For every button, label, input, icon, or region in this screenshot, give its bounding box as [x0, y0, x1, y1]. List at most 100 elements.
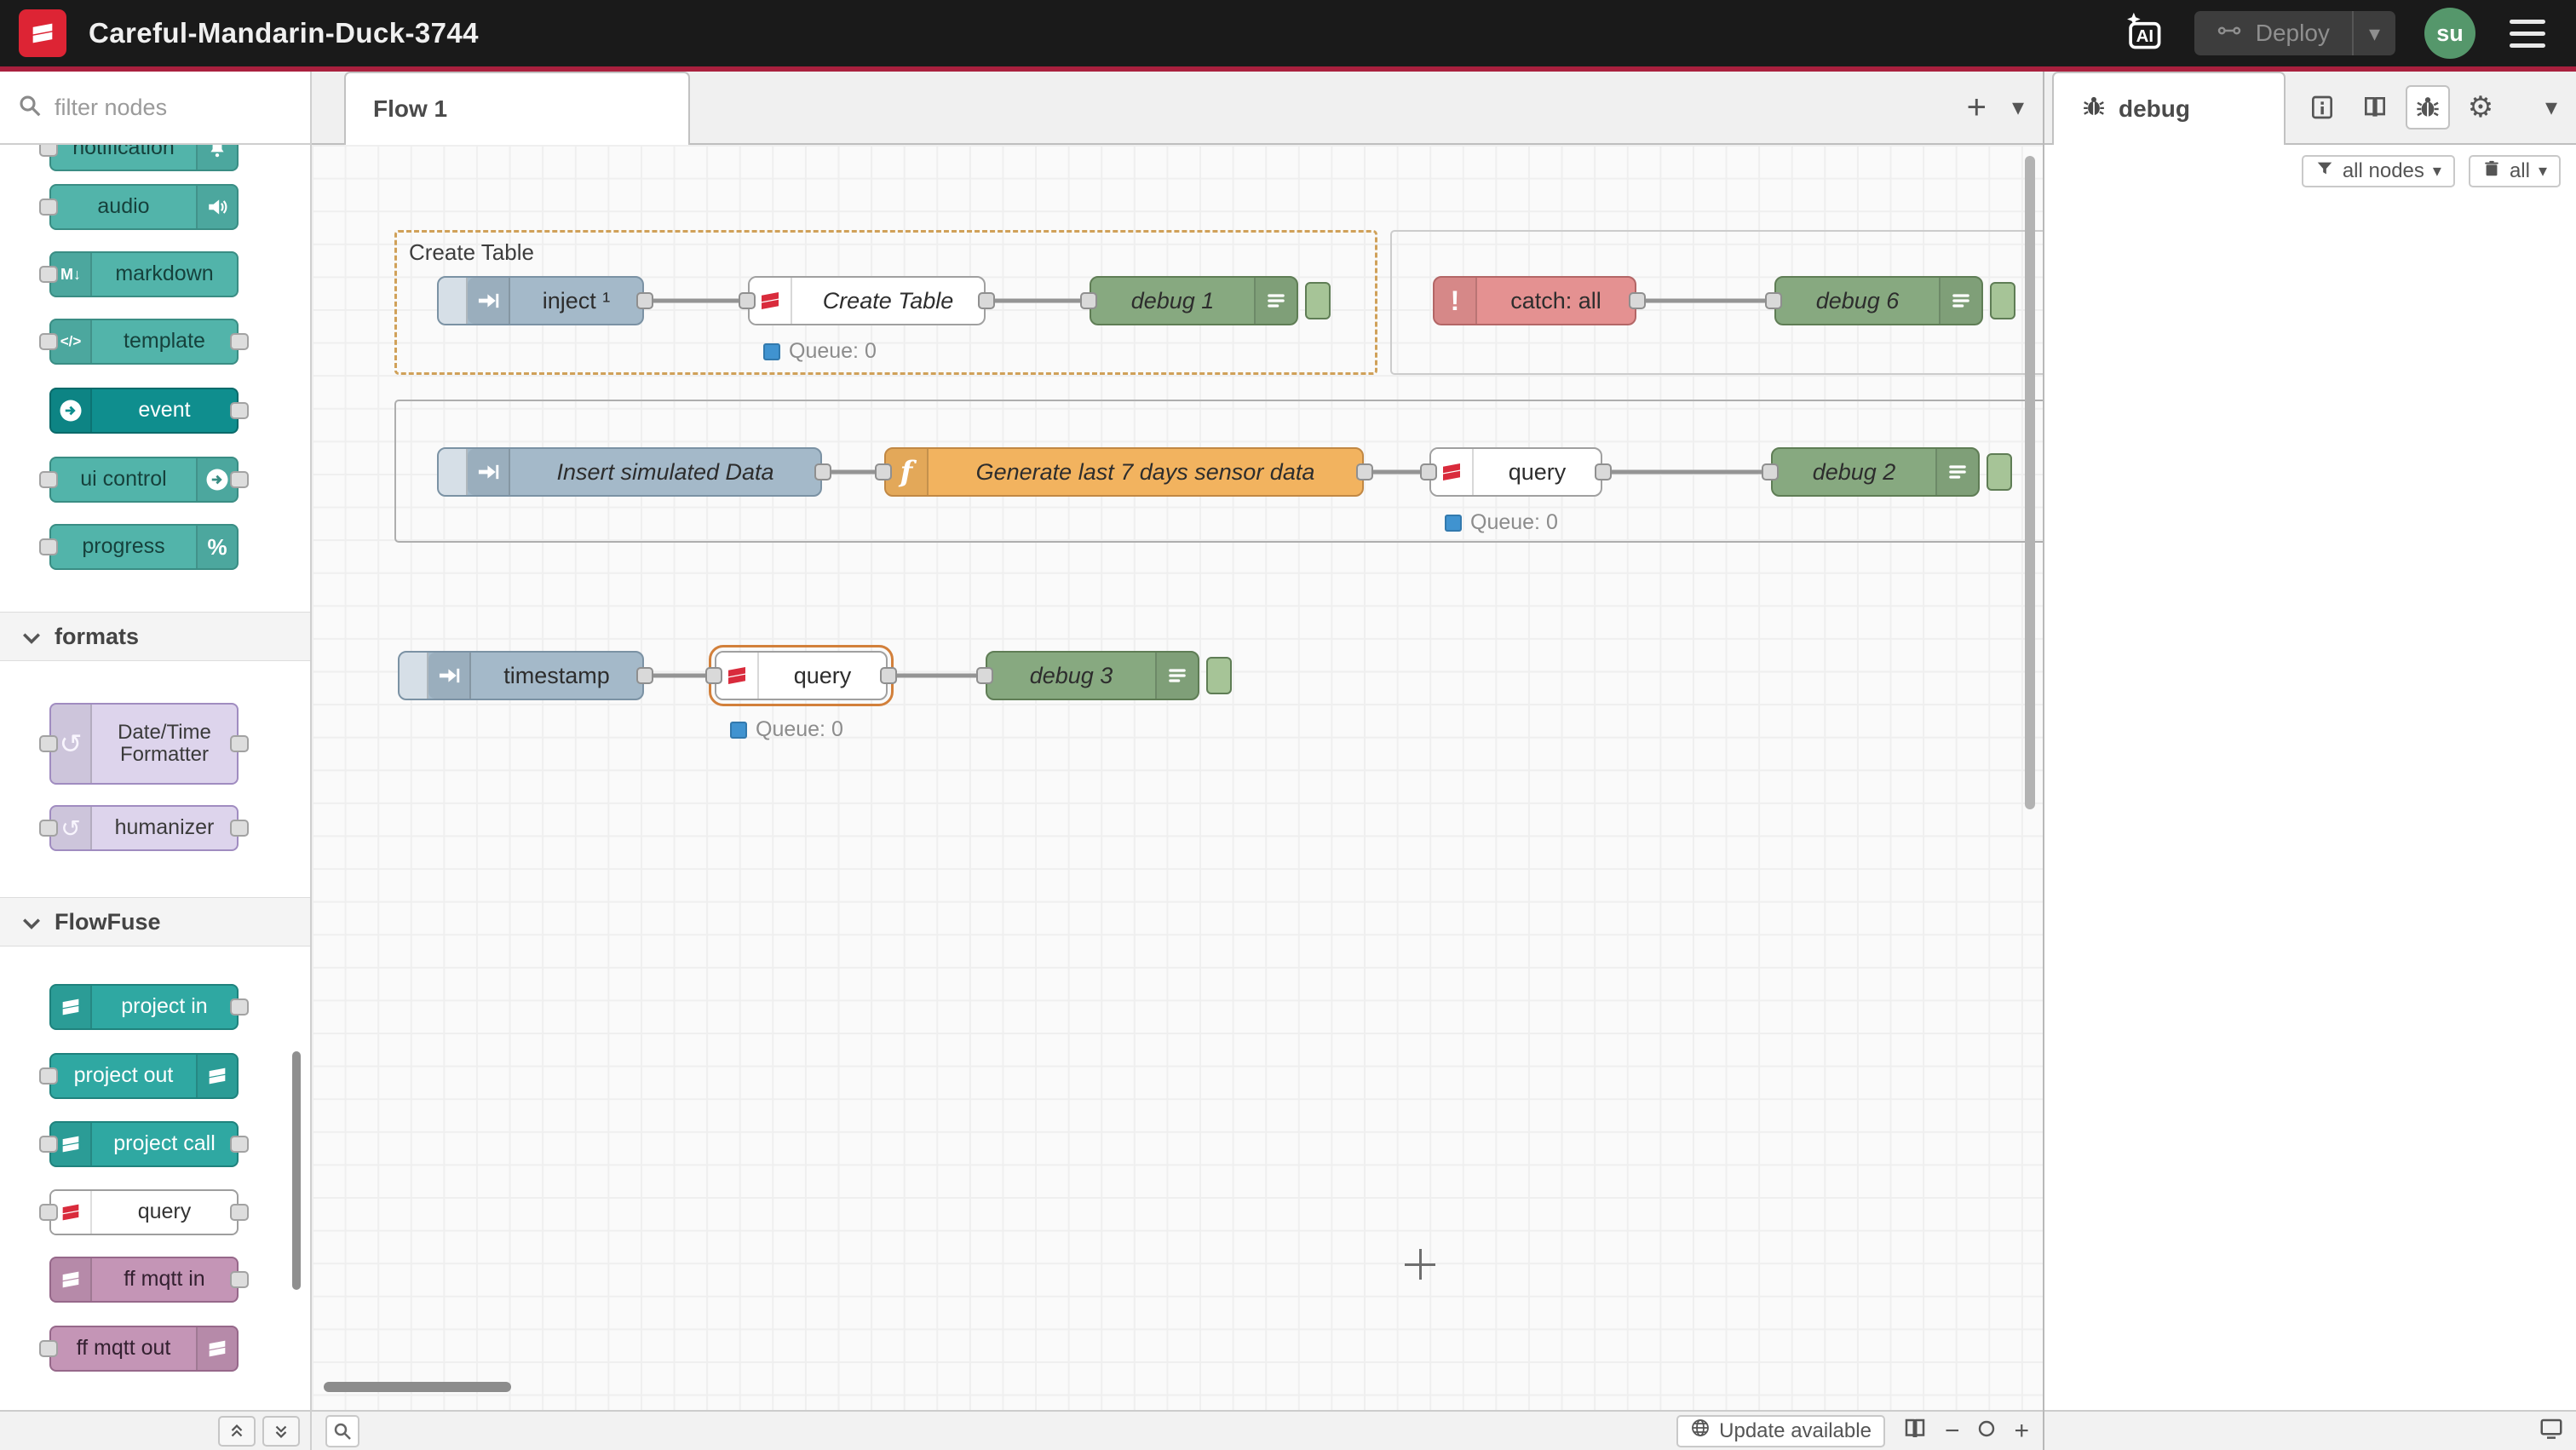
port-input[interactable]: [39, 1204, 58, 1221]
port-input[interactable]: [1762, 463, 1779, 480]
port-input[interactable]: [1420, 463, 1437, 480]
config-tab-button[interactable]: ⚙: [2458, 85, 2503, 129]
sidebar-dropdown[interactable]: ▾: [2545, 95, 2557, 119]
node-create-table[interactable]: Create Table: [748, 276, 986, 325]
deploy-button[interactable]: Deploy ▾: [2194, 11, 2395, 55]
port-output[interactable]: [230, 998, 249, 1016]
port-output[interactable]: [230, 471, 249, 488]
palette-node-project-out[interactable]: project out: [49, 1053, 239, 1099]
node-debug-2[interactable]: debug 2: [1771, 447, 1980, 497]
debug-filter-button[interactable]: all nodes ▾: [2302, 155, 2455, 187]
port-input[interactable]: [39, 333, 58, 350]
palette-node-ui-control[interactable]: ui control: [49, 457, 239, 503]
palette-node-template[interactable]: </> template: [49, 319, 239, 365]
flow-list-dropdown[interactable]: ▾: [2012, 95, 2024, 119]
port-output[interactable]: [230, 735, 249, 752]
info-tab-button[interactable]: [2300, 85, 2344, 129]
port-output[interactable]: [978, 292, 995, 309]
deploy-dropdown[interactable]: ▾: [2352, 11, 2395, 55]
node-inject-1[interactable]: inject ¹: [437, 276, 644, 325]
port-output[interactable]: [1356, 463, 1373, 480]
node-insert-simulated-data[interactable]: Insert simulated Data: [437, 447, 822, 497]
port-input[interactable]: [39, 735, 58, 752]
palette-node-ff-mqtt-out[interactable]: ff mqtt out: [49, 1326, 239, 1372]
inject-run-button[interactable]: [400, 653, 428, 699]
inject-run-button[interactable]: [439, 278, 468, 324]
port-input[interactable]: [705, 667, 722, 684]
tab-flow-1[interactable]: Flow 1: [344, 72, 690, 145]
port-input[interactable]: [39, 145, 58, 157]
collapse-all-button[interactable]: [218, 1416, 256, 1447]
update-available-button[interactable]: Update available: [1676, 1415, 1885, 1447]
canvas-horizontal-scrollbar[interactable]: [324, 1382, 511, 1392]
port-input[interactable]: [875, 463, 892, 480]
expand-all-button[interactable]: [262, 1416, 300, 1447]
debug-toggle-button[interactable]: [1305, 282, 1331, 319]
port-output[interactable]: [230, 402, 249, 419]
debug-toggle-button[interactable]: [1990, 282, 2015, 319]
canvas-search-button[interactable]: [325, 1415, 359, 1447]
palette-node-progress[interactable]: progress %: [49, 524, 239, 570]
debug-tab-button[interactable]: [2406, 85, 2450, 129]
inject-run-button[interactable]: [439, 449, 468, 495]
node-function-generate[interactable]: f Generate last 7 days sensor data: [884, 447, 1364, 497]
palette-node-notification[interactable]: notification: [49, 145, 239, 171]
palette-search[interactable]: [0, 72, 310, 145]
port-input[interactable]: [1080, 292, 1097, 309]
zoom-out-button[interactable]: −: [1945, 1418, 1960, 1444]
port-input[interactable]: [1765, 292, 1782, 309]
flowfuse-logo-icon[interactable]: [19, 9, 66, 57]
ai-assistant-icon[interactable]: AI: [2121, 9, 2165, 58]
palette-node-project-in[interactable]: project in: [49, 984, 239, 1030]
port-input[interactable]: [39, 538, 58, 555]
port-output[interactable]: [880, 667, 897, 684]
port-output[interactable]: [636, 667, 653, 684]
port-output[interactable]: [814, 463, 831, 480]
flow-canvas[interactable]: Create Table inject ¹: [312, 145, 2043, 1410]
port-output[interactable]: [230, 820, 249, 837]
palette-node-markdown[interactable]: M↓ markdown: [49, 251, 239, 297]
port-input[interactable]: [976, 667, 993, 684]
port-output[interactable]: [230, 333, 249, 350]
node-debug-3[interactable]: debug 3: [986, 651, 1199, 700]
node-query-selected[interactable]: query: [715, 651, 888, 700]
palette-section-formats[interactable]: formats: [0, 612, 310, 661]
help-tab-button[interactable]: [2353, 85, 2397, 129]
tab-debug[interactable]: debug: [2052, 72, 2286, 145]
add-flow-button[interactable]: +: [1967, 90, 1987, 124]
port-input[interactable]: [739, 292, 756, 309]
canvas-vertical-scrollbar[interactable]: [2025, 156, 2035, 809]
port-output[interactable]: [230, 1204, 249, 1221]
port-input[interactable]: [39, 1136, 58, 1153]
palette-node-datetime-formatter[interactable]: ↺ Date/Time Formatter: [49, 703, 239, 785]
debug-messages-area[interactable]: [2044, 198, 2576, 1410]
palette-node-audio[interactable]: audio: [49, 184, 239, 230]
port-output[interactable]: [1629, 292, 1646, 309]
palette-node-query[interactable]: query: [49, 1189, 239, 1235]
port-input[interactable]: [39, 1340, 58, 1357]
port-input[interactable]: [39, 1067, 58, 1085]
main-menu-icon[interactable]: [2504, 14, 2550, 53]
palette-section-flowfuse[interactable]: FlowFuse: [0, 897, 310, 947]
zoom-reset-button[interactable]: [1976, 1418, 1997, 1443]
open-window-icon[interactable]: [2539, 1416, 2564, 1446]
port-input[interactable]: [39, 820, 58, 837]
debug-clear-button[interactable]: all ▾: [2469, 155, 2561, 187]
debug-toggle-button[interactable]: [1206, 657, 1232, 694]
palette-filter-input[interactable]: [55, 95, 267, 121]
node-debug-6[interactable]: debug 6: [1774, 276, 1983, 325]
palette-node-humanizer[interactable]: ↺ humanizer: [49, 805, 239, 851]
port-output[interactable]: [230, 1271, 249, 1288]
node-debug-1[interactable]: debug 1: [1090, 276, 1298, 325]
minimap-toggle-icon[interactable]: [1902, 1416, 1928, 1446]
port-input[interactable]: [39, 199, 58, 216]
port-input[interactable]: [39, 471, 58, 488]
node-inject-timestamp[interactable]: timestamp: [398, 651, 644, 700]
user-avatar[interactable]: su: [2424, 8, 2475, 59]
palette-node-project-call[interactable]: project call: [49, 1121, 239, 1167]
node-catch-all[interactable]: ! catch: all: [1433, 276, 1636, 325]
palette-node-event[interactable]: event: [49, 388, 239, 434]
port-output[interactable]: [230, 1136, 249, 1153]
port-output[interactable]: [1595, 463, 1612, 480]
palette-node-ff-mqtt-in[interactable]: ff mqtt in: [49, 1257, 239, 1303]
